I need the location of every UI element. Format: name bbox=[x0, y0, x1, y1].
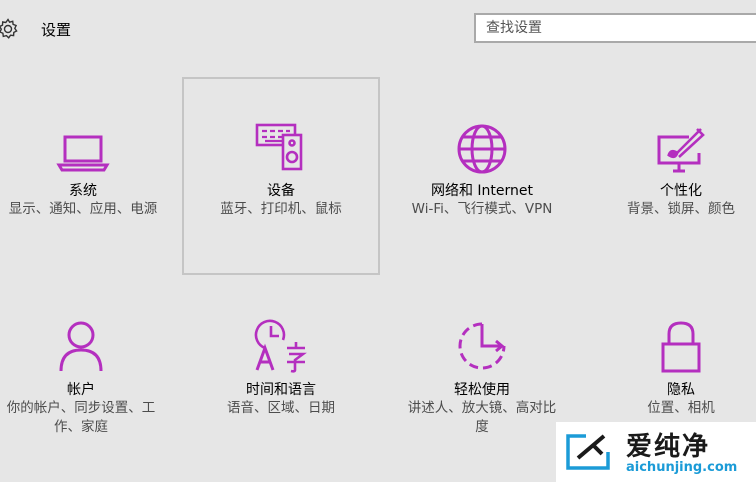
tile-accounts[interactable]: 帐户 你的帐户、同步设置、工作、家庭 bbox=[0, 296, 180, 466]
laptop-icon bbox=[55, 125, 111, 181]
search-input[interactable] bbox=[476, 15, 756, 41]
globe-icon bbox=[454, 121, 510, 177]
tile-description: 蓝牙、打印机、鼠标 bbox=[220, 201, 342, 217]
tile-label: 隐私 bbox=[667, 382, 695, 398]
tile-label: 时间和语言 bbox=[246, 382, 316, 398]
gear-icon bbox=[0, 17, 20, 41]
clock-language-icon bbox=[253, 318, 309, 374]
tile-label: 网络和 Internet bbox=[430, 183, 534, 199]
lock-icon bbox=[653, 318, 709, 374]
tile-description: 语音、区域、日期 bbox=[227, 400, 335, 416]
ease-of-access-icon bbox=[454, 318, 510, 374]
watermark-logo-icon bbox=[564, 432, 612, 472]
tile-description: 背景、锁屏、颜色 bbox=[627, 201, 735, 217]
watermark-title: 爱纯净 bbox=[626, 432, 711, 462]
tile-description: 位置、相机 bbox=[647, 400, 715, 416]
tile-label: 帐户 bbox=[67, 382, 95, 398]
tile-time-language[interactable]: 时间和语言 语音、区域、日期 bbox=[182, 296, 380, 466]
tile-description: 显示、通知、应用、电源 bbox=[8, 201, 158, 217]
tile-label: 系统 bbox=[69, 183, 97, 199]
tile-description: 你的帐户、同步设置、工作、家庭 bbox=[6, 400, 156, 435]
person-icon bbox=[53, 318, 109, 374]
tile-devices[interactable]: 设备 蓝牙、打印机、鼠标 bbox=[182, 77, 380, 275]
tile-label: 设备 bbox=[267, 183, 295, 199]
tile-personalization[interactable]: 个性化 背景、锁屏、颜色 bbox=[582, 77, 756, 275]
tile-description: Wi-Fi、飞行模式、VPN bbox=[411, 201, 553, 217]
paint-monitor-icon bbox=[653, 125, 709, 181]
search-box[interactable] bbox=[474, 13, 756, 43]
tile-system[interactable]: 系统 显示、通知、应用、电源 bbox=[0, 77, 182, 275]
watermark: 爱纯净 aichunjing.com bbox=[556, 422, 756, 482]
tile-label: 个性化 bbox=[660, 183, 702, 199]
page-title: 设置 bbox=[41, 21, 72, 39]
watermark-url: aichunjing.com bbox=[626, 460, 738, 475]
keyboard-speaker-icon bbox=[253, 121, 309, 177]
tile-network[interactable]: 网络和 Internet Wi-Fi、飞行模式、VPN bbox=[383, 77, 581, 275]
tile-label: 轻松使用 bbox=[454, 382, 510, 398]
tile-ease-of-access[interactable]: 轻松使用 讲述人、放大镜、高对比度 bbox=[383, 296, 581, 466]
tile-description: 讲述人、放大镜、高对比度 bbox=[407, 400, 557, 435]
